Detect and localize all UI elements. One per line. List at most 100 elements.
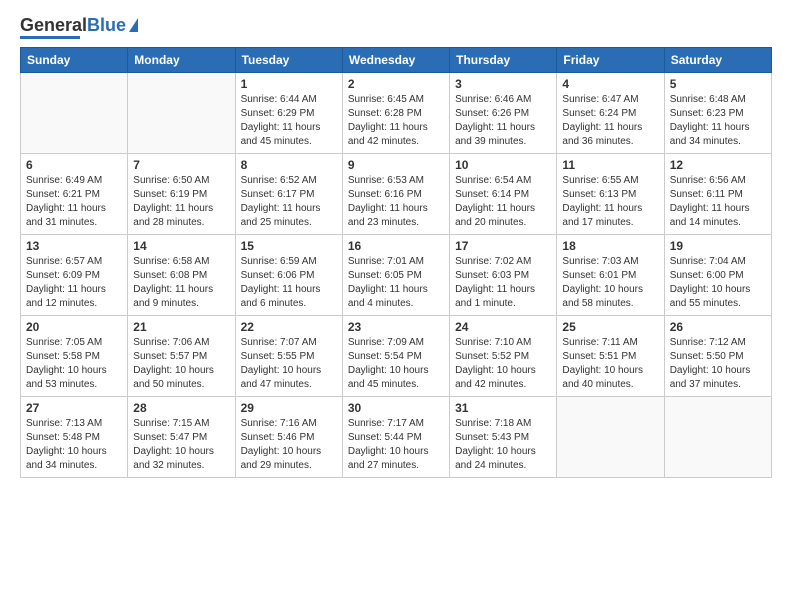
day-info: Sunrise: 6:44 AMSunset: 6:29 PMDaylight:… <box>241 93 337 149</box>
day-number: 23 <box>348 320 444 334</box>
header: GeneralBlue <box>20 16 772 39</box>
calendar-cell: 4 Sunrise: 6:47 AMSunset: 6:24 PMDaylight… <box>557 73 664 154</box>
day-info: Sunrise: 7:05 AMSunset: 5:58 PMDaylight:… <box>26 336 122 392</box>
calendar-cell: 29 Sunrise: 7:16 AMSunset: 5:46 PMDayligh… <box>235 397 342 478</box>
day-info: Sunrise: 7:17 AMSunset: 5:44 PMDaylight:… <box>348 417 444 473</box>
day-number: 16 <box>348 239 444 253</box>
day-info: Sunrise: 6:50 AMSunset: 6:19 PMDaylight:… <box>133 174 229 230</box>
day-info: Sunrise: 7:02 AMSunset: 6:03 PMDaylight:… <box>455 255 551 311</box>
logo-text: GeneralBlue <box>20 16 126 34</box>
calendar-cell: 10Sunrise: 6:54 AMSunset: 6:14 PMDayligh… <box>450 154 557 235</box>
calendar-cell: 24 Sunrise: 7:10 AMSunset: 5:52 PMDayligh… <box>450 316 557 397</box>
calendar-cell: 17 Sunrise: 7:02 AMSunset: 6:03 PMDayligh… <box>450 235 557 316</box>
day-info: Sunrise: 6:47 AMSunset: 6:24 PMDaylight:… <box>562 93 658 149</box>
calendar-cell: 27 Sunrise: 7:13 AMSunset: 5:48 PMDayligh… <box>21 397 128 478</box>
calendar-cell: 20 Sunrise: 7:05 AMSunset: 5:58 PMDayligh… <box>21 316 128 397</box>
week-row-3: 13 Sunrise: 6:57 AMSunset: 6:09 PMDayligh… <box>21 235 772 316</box>
calendar-body: 1 Sunrise: 6:44 AMSunset: 6:29 PMDaylight… <box>21 73 772 478</box>
day-info: Sunrise: 7:13 AMSunset: 5:48 PMDaylight:… <box>26 417 122 473</box>
day-info: Sunrise: 7:18 AMSunset: 5:43 PMDaylight:… <box>455 417 551 473</box>
calendar-cell: 14 Sunrise: 6:58 AMSunset: 6:08 PMDayligh… <box>128 235 235 316</box>
calendar-cell: 18 Sunrise: 7:03 AMSunset: 6:01 PMDayligh… <box>557 235 664 316</box>
page: GeneralBlue SundayMondayTuesdayWednesday… <box>0 0 792 488</box>
day-info: Sunrise: 6:54 AMSunset: 6:14 PMDaylight:… <box>455 174 551 230</box>
day-number: 11 <box>562 158 658 172</box>
calendar-cell: 16 Sunrise: 7:01 AMSunset: 6:05 PMDayligh… <box>342 235 449 316</box>
week-row-2: 6Sunrise: 6:49 AMSunset: 6:21 PMDaylight… <box>21 154 772 235</box>
calendar-cell: 6Sunrise: 6:49 AMSunset: 6:21 PMDaylight… <box>21 154 128 235</box>
day-number: 24 <box>455 320 551 334</box>
day-number: 28 <box>133 401 229 415</box>
calendar-cell: 11 Sunrise: 6:55 AMSunset: 6:13 PMDayligh… <box>557 154 664 235</box>
logo-general: General <box>20 15 87 35</box>
day-info: Sunrise: 7:01 AMSunset: 6:05 PMDaylight:… <box>348 255 444 311</box>
calendar-cell: 25Sunrise: 7:11 AMSunset: 5:51 PMDayligh… <box>557 316 664 397</box>
day-info: Sunrise: 6:56 AMSunset: 6:11 PMDaylight:… <box>670 174 766 230</box>
day-info: Sunrise: 7:03 AMSunset: 6:01 PMDaylight:… <box>562 255 658 311</box>
logo-triangle-icon <box>129 18 138 32</box>
calendar-cell: 9 Sunrise: 6:53 AMSunset: 6:16 PMDaylight… <box>342 154 449 235</box>
day-info: Sunrise: 7:09 AMSunset: 5:54 PMDaylight:… <box>348 336 444 392</box>
day-info: Sunrise: 7:10 AMSunset: 5:52 PMDaylight:… <box>455 336 551 392</box>
day-number: 21 <box>133 320 229 334</box>
day-number: 20 <box>26 320 122 334</box>
day-number: 2 <box>348 77 444 91</box>
day-number: 31 <box>455 401 551 415</box>
day-header-tuesday: Tuesday <box>235 48 342 73</box>
day-info: Sunrise: 7:11 AMSunset: 5:51 PMDaylight:… <box>562 336 658 392</box>
day-number: 30 <box>348 401 444 415</box>
logo: GeneralBlue <box>20 16 138 39</box>
day-number: 4 <box>562 77 658 91</box>
day-info: Sunrise: 6:53 AMSunset: 6:16 PMDaylight:… <box>348 174 444 230</box>
calendar-cell: 12Sunrise: 6:56 AMSunset: 6:11 PMDayligh… <box>664 154 771 235</box>
day-number: 9 <box>348 158 444 172</box>
day-number: 14 <box>133 239 229 253</box>
day-number: 7 <box>133 158 229 172</box>
calendar-cell: 7 Sunrise: 6:50 AMSunset: 6:19 PMDaylight… <box>128 154 235 235</box>
day-number: 13 <box>26 239 122 253</box>
day-header-monday: Monday <box>128 48 235 73</box>
calendar-cell: 8 Sunrise: 6:52 AMSunset: 6:17 PMDaylight… <box>235 154 342 235</box>
calendar-cell: 23 Sunrise: 7:09 AMSunset: 5:54 PMDayligh… <box>342 316 449 397</box>
calendar-cell <box>21 73 128 154</box>
calendar-cell: 5 Sunrise: 6:48 AMSunset: 6:23 PMDaylight… <box>664 73 771 154</box>
day-info: Sunrise: 7:15 AMSunset: 5:47 PMDaylight:… <box>133 417 229 473</box>
day-number: 1 <box>241 77 337 91</box>
day-header-sunday: Sunday <box>21 48 128 73</box>
day-info: Sunrise: 6:58 AMSunset: 6:08 PMDaylight:… <box>133 255 229 311</box>
calendar-cell: 31 Sunrise: 7:18 AMSunset: 5:43 PMDayligh… <box>450 397 557 478</box>
calendar-cell: 1 Sunrise: 6:44 AMSunset: 6:29 PMDaylight… <box>235 73 342 154</box>
week-row-5: 27 Sunrise: 7:13 AMSunset: 5:48 PMDayligh… <box>21 397 772 478</box>
day-number: 19 <box>670 239 766 253</box>
day-info: Sunrise: 6:48 AMSunset: 6:23 PMDaylight:… <box>670 93 766 149</box>
day-number: 27 <box>26 401 122 415</box>
day-info: Sunrise: 6:45 AMSunset: 6:28 PMDaylight:… <box>348 93 444 149</box>
day-number: 18 <box>562 239 658 253</box>
calendar-cell: 26Sunrise: 7:12 AMSunset: 5:50 PMDayligh… <box>664 316 771 397</box>
logo-blue-text: Blue <box>87 15 126 35</box>
day-number: 29 <box>241 401 337 415</box>
day-number: 8 <box>241 158 337 172</box>
day-info: Sunrise: 7:06 AMSunset: 5:57 PMDaylight:… <box>133 336 229 392</box>
day-number: 15 <box>241 239 337 253</box>
day-number: 5 <box>670 77 766 91</box>
day-info: Sunrise: 6:52 AMSunset: 6:17 PMDaylight:… <box>241 174 337 230</box>
day-info: Sunrise: 6:55 AMSunset: 6:13 PMDaylight:… <box>562 174 658 230</box>
day-number: 22 <box>241 320 337 334</box>
day-info: Sunrise: 6:59 AMSunset: 6:06 PMDaylight:… <box>241 255 337 311</box>
day-number: 17 <box>455 239 551 253</box>
day-number: 26 <box>670 320 766 334</box>
day-info: Sunrise: 7:04 AMSunset: 6:00 PMDaylight:… <box>670 255 766 311</box>
days-of-week-row: SundayMondayTuesdayWednesdayThursdayFrid… <box>21 48 772 73</box>
day-header-friday: Friday <box>557 48 664 73</box>
day-info: Sunrise: 7:16 AMSunset: 5:46 PMDaylight:… <box>241 417 337 473</box>
day-info: Sunrise: 6:57 AMSunset: 6:09 PMDaylight:… <box>26 255 122 311</box>
calendar-cell <box>664 397 771 478</box>
day-info: Sunrise: 6:46 AMSunset: 6:26 PMDaylight:… <box>455 93 551 149</box>
day-info: Sunrise: 6:49 AMSunset: 6:21 PMDaylight:… <box>26 174 122 230</box>
week-row-1: 1 Sunrise: 6:44 AMSunset: 6:29 PMDaylight… <box>21 73 772 154</box>
day-info: Sunrise: 7:07 AMSunset: 5:55 PMDaylight:… <box>241 336 337 392</box>
calendar-header: SundayMondayTuesdayWednesdayThursdayFrid… <box>21 48 772 73</box>
calendar-cell: 13 Sunrise: 6:57 AMSunset: 6:09 PMDayligh… <box>21 235 128 316</box>
calendar-cell: 28 Sunrise: 7:15 AMSunset: 5:47 PMDayligh… <box>128 397 235 478</box>
